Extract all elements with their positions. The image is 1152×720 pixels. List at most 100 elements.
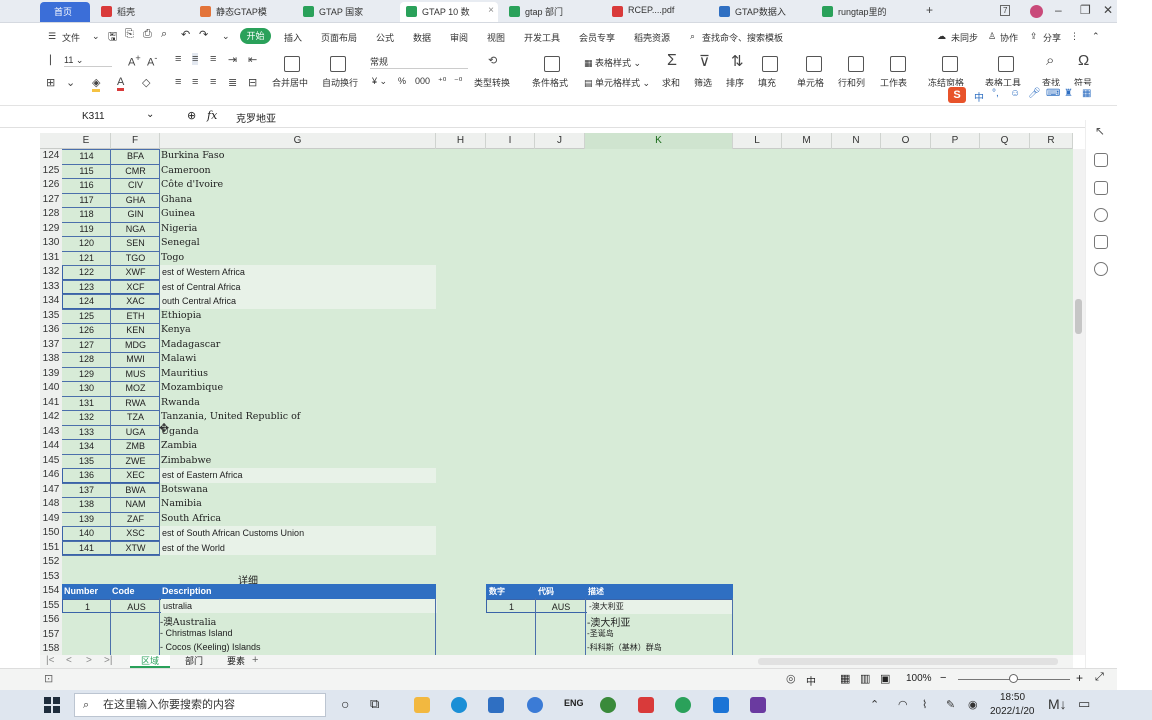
cell-description[interactable]: Botswana [160, 483, 435, 498]
cell-number-cn[interactable]: 1 [487, 600, 536, 615]
cell-code[interactable]: ETH [111, 309, 160, 324]
tab-docer[interactable]: 稻壳 [95, 2, 191, 22]
sogou-icon[interactable]: S [948, 87, 966, 103]
row-header[interactable]: 142 [40, 410, 62, 425]
page-layout-icon[interactable]: ▥ [860, 672, 870, 685]
cell-number[interactable]: 126 [62, 323, 111, 338]
cell-description[interactable]: est of the World [160, 540, 436, 555]
avatar[interactable] [1030, 5, 1043, 18]
menu-insert[interactable]: 插入 [284, 31, 302, 44]
row-header[interactable]: 145 [40, 454, 62, 469]
cell-code[interactable]: BFA [111, 149, 160, 164]
file-explorer-icon[interactable] [414, 697, 430, 713]
row-header[interactable]: 147 [40, 483, 62, 498]
row-header[interactable]: 146 [40, 468, 62, 483]
wrap-button[interactable]: 自动换行 [322, 76, 358, 89]
header-description[interactable]: Description [162, 584, 212, 599]
tab-count-icon[interactable]: 7 [1000, 5, 1011, 16]
macro-icon[interactable]: ⊡ [44, 672, 53, 685]
row-header[interactable]: 155 [40, 599, 62, 614]
sheet-tab-active[interactable]: 区域 [130, 655, 170, 668]
column-header[interactable]: J [535, 133, 585, 149]
detail-row-cn[interactable]: 1 AUS -澳大利亚 [486, 598, 733, 615]
row-header[interactable]: 128 [40, 207, 62, 222]
fill-button[interactable]: 填充 [758, 76, 776, 89]
browser-icon[interactable] [527, 697, 543, 713]
cell-code[interactable]: ZMB [111, 439, 160, 454]
align-right-icon[interactable]: ≡ [210, 76, 216, 88]
row-header[interactable]: 144 [40, 439, 62, 454]
column-header[interactable]: R [1030, 133, 1073, 149]
cell-code[interactable]: NGA [111, 222, 160, 237]
name-box-dropdown-icon[interactable]: ⌄ [146, 109, 154, 120]
export-icon[interactable]: ⎘ [125, 28, 134, 41]
zoom-in-icon[interactable]: + [1076, 671, 1083, 685]
add-sheet-icon[interactable]: + [252, 654, 258, 666]
settings-icon[interactable] [1094, 153, 1108, 167]
cell-number[interactable]: 132 [62, 410, 111, 425]
row-header[interactable]: 138 [40, 352, 62, 367]
print-icon[interactable]: ⎙ [143, 28, 152, 41]
cell-description[interactable]: -澳Australia [160, 614, 216, 628]
horizontal-scrollbar[interactable] [758, 658, 1058, 665]
cell-code[interactable]: GHA [111, 193, 160, 208]
cell-code[interactable]: CMR [111, 164, 160, 179]
cell-description[interactable]: Malawi [160, 352, 435, 367]
cell-code[interactable]: UGA [111, 425, 160, 440]
mail-icon[interactable] [488, 697, 504, 713]
location-icon[interactable] [1094, 262, 1108, 276]
notification-icon[interactable]: M↓ [1048, 696, 1067, 712]
row-header[interactable]: 157 [40, 628, 62, 643]
row-header[interactable]: 149 [40, 512, 62, 527]
cell-code[interactable]: SEN [111, 236, 160, 251]
menu-icon[interactable]: ☰ [48, 31, 56, 42]
row-header[interactable]: 131 [40, 251, 62, 266]
preview-icon[interactable]: ⌕ [161, 28, 167, 41]
cortana-icon[interactable]: ○ [341, 696, 349, 712]
cell-description[interactable]: Burkina Faso [160, 149, 435, 164]
tab-doc-6[interactable]: GTAP数据入 [713, 2, 813, 22]
command-search[interactable]: 查找命令、搜索模板 [702, 31, 783, 44]
row-header[interactable]: 135 [40, 309, 62, 324]
cell-number[interactable]: 139 [62, 512, 111, 527]
sum-button[interactable]: 求和 [662, 76, 680, 89]
cell-number[interactable]: 119 [62, 222, 111, 237]
toolbox-icon[interactable]: ▦ [1082, 88, 1091, 99]
cell-description[interactable]: est of Western Africa [160, 265, 436, 280]
tab-doc-1[interactable]: 静态GTAP模 [194, 2, 294, 22]
fullscreen-icon[interactable]: ⤢ [1095, 671, 1104, 684]
cell-description[interactable]: Mauritius [160, 367, 435, 382]
cell-number[interactable]: 129 [62, 367, 111, 382]
edge-icon[interactable] [451, 697, 467, 713]
column-header[interactable]: N [832, 133, 881, 149]
cell-code[interactable]: ZWE [111, 454, 160, 469]
cell-description[interactable]: - Cocos (Keeling) Islands [160, 642, 261, 652]
column-header[interactable]: E [62, 133, 111, 149]
zoom-formula-icon[interactable]: ⊕ [187, 109, 196, 122]
windows-start-icon[interactable] [44, 697, 60, 713]
row-header[interactable]: 125 [40, 164, 62, 179]
scroll-thumb[interactable] [1075, 299, 1082, 334]
keyboard-icon[interactable]: ⌨ [1046, 88, 1060, 99]
thousands-button[interactable]: 000 [415, 76, 430, 86]
cell-number[interactable]: 114 [62, 149, 111, 164]
percent-button[interactable]: % [398, 76, 406, 86]
task-view-icon[interactable]: ⧉ [370, 696, 379, 712]
row-header[interactable]: 137 [40, 338, 62, 353]
tray-up-icon[interactable]: ⌃ [870, 698, 879, 711]
cell-code[interactable]: MDG [111, 338, 160, 353]
tab-doc-active[interactable]: GTAP 10 数 × [400, 2, 498, 22]
app-icon[interactable] [600, 697, 616, 713]
cell-code[interactable]: MUS [111, 367, 160, 382]
close-window-icon[interactable]: ✕ [1103, 3, 1113, 17]
name-box[interactable]: K311 [42, 109, 154, 125]
cell-description[interactable]: Namibia [160, 497, 435, 512]
header-number[interactable]: Number [64, 584, 98, 599]
style-icon[interactable] [1094, 181, 1108, 195]
outdent-icon[interactable]: ⇤ [248, 53, 257, 66]
cell-description[interactable]: Kenya [160, 323, 435, 338]
menu-start[interactable]: 开始 [240, 28, 271, 44]
sort-button[interactable]: 排序 [726, 76, 744, 89]
indent-icon[interactable]: ⇥ [228, 53, 237, 66]
align-center-icon[interactable]: ≡ [192, 76, 198, 88]
